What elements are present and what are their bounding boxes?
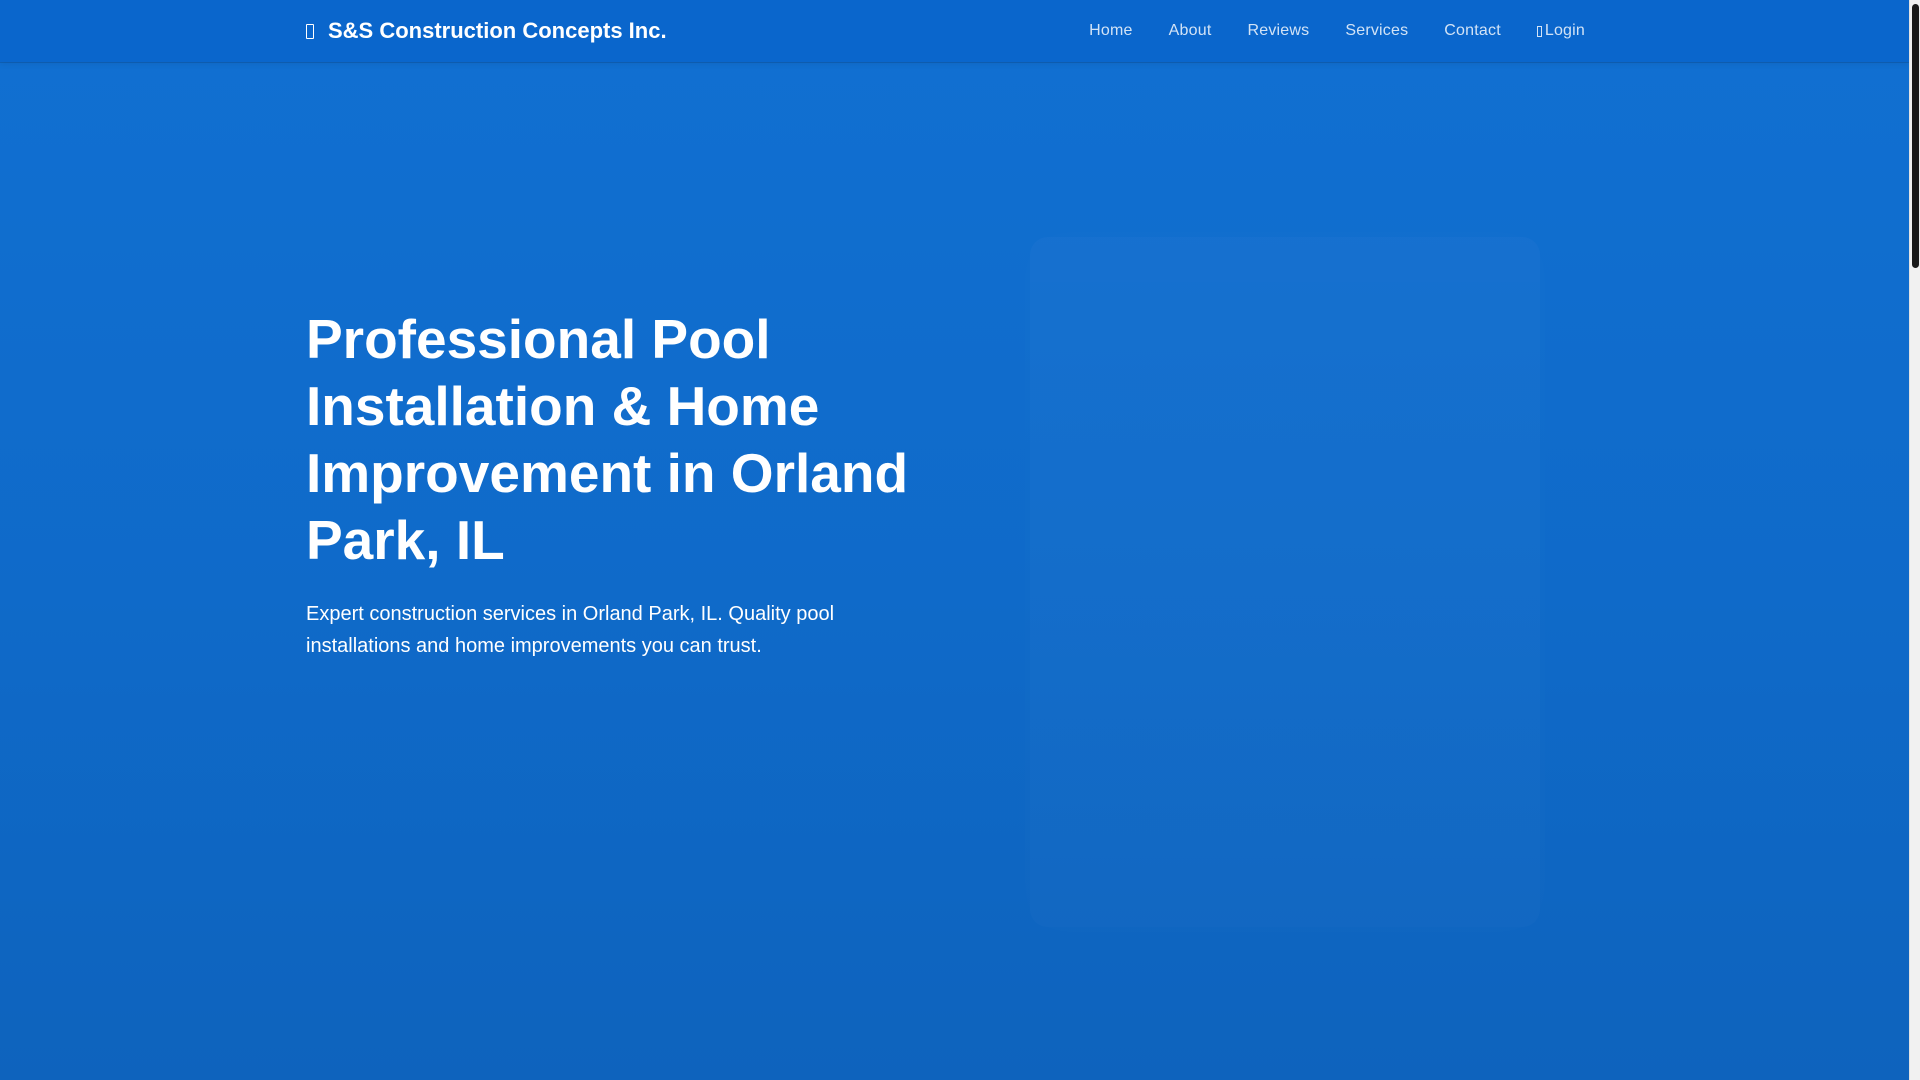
navbar: S&S Construction Concepts Inc. Home Abou… bbox=[0, 0, 1909, 62]
nav-services-label: Services bbox=[1345, 22, 1409, 39]
nav-reviews-label: Reviews bbox=[1247, 22, 1310, 39]
nav-about-label: About bbox=[1168, 22, 1212, 39]
nav-contact[interactable]: Contact bbox=[1444, 22, 1501, 40]
hero-title: Professional Pool Installation & Home Im… bbox=[306, 308, 909, 571]
nav-home[interactable]: Home bbox=[1089, 22, 1132, 40]
page: S&S Construction Concepts Inc. Home Abou… bbox=[0, 0, 1909, 1080]
page-scrollbar[interactable] bbox=[1909, 0, 1920, 1080]
login-icon bbox=[1536, 25, 1542, 37]
nav-about[interactable]: About bbox=[1169, 22, 1212, 40]
hero-subtitle: Expert construction services in Orland P… bbox=[306, 603, 835, 657]
nav-login-label: Login bbox=[1544, 22, 1585, 39]
hero-section: Professional Pool Installation & Home Im… bbox=[0, 62, 1909, 1080]
nav-login[interactable]: Login bbox=[1536, 22, 1585, 40]
building-icon bbox=[306, 23, 314, 39]
nav-menu: Home About Reviews Services Contact Logi… bbox=[1053, 0, 1585, 62]
nav-home-label: Home bbox=[1089, 22, 1133, 39]
scrollbar-thumb[interactable] bbox=[1912, 4, 1919, 268]
hero-image-placeholder bbox=[1030, 237, 1540, 927]
brand-name: S&S Construction Concepts Inc. bbox=[328, 18, 667, 43]
nav-contact-label: Contact bbox=[1444, 22, 1501, 39]
nav-reviews[interactable]: Reviews bbox=[1247, 22, 1309, 40]
nav-services[interactable]: Services bbox=[1345, 22, 1408, 40]
brand-link[interactable]: S&S Construction Concepts Inc. bbox=[306, 0, 667, 62]
